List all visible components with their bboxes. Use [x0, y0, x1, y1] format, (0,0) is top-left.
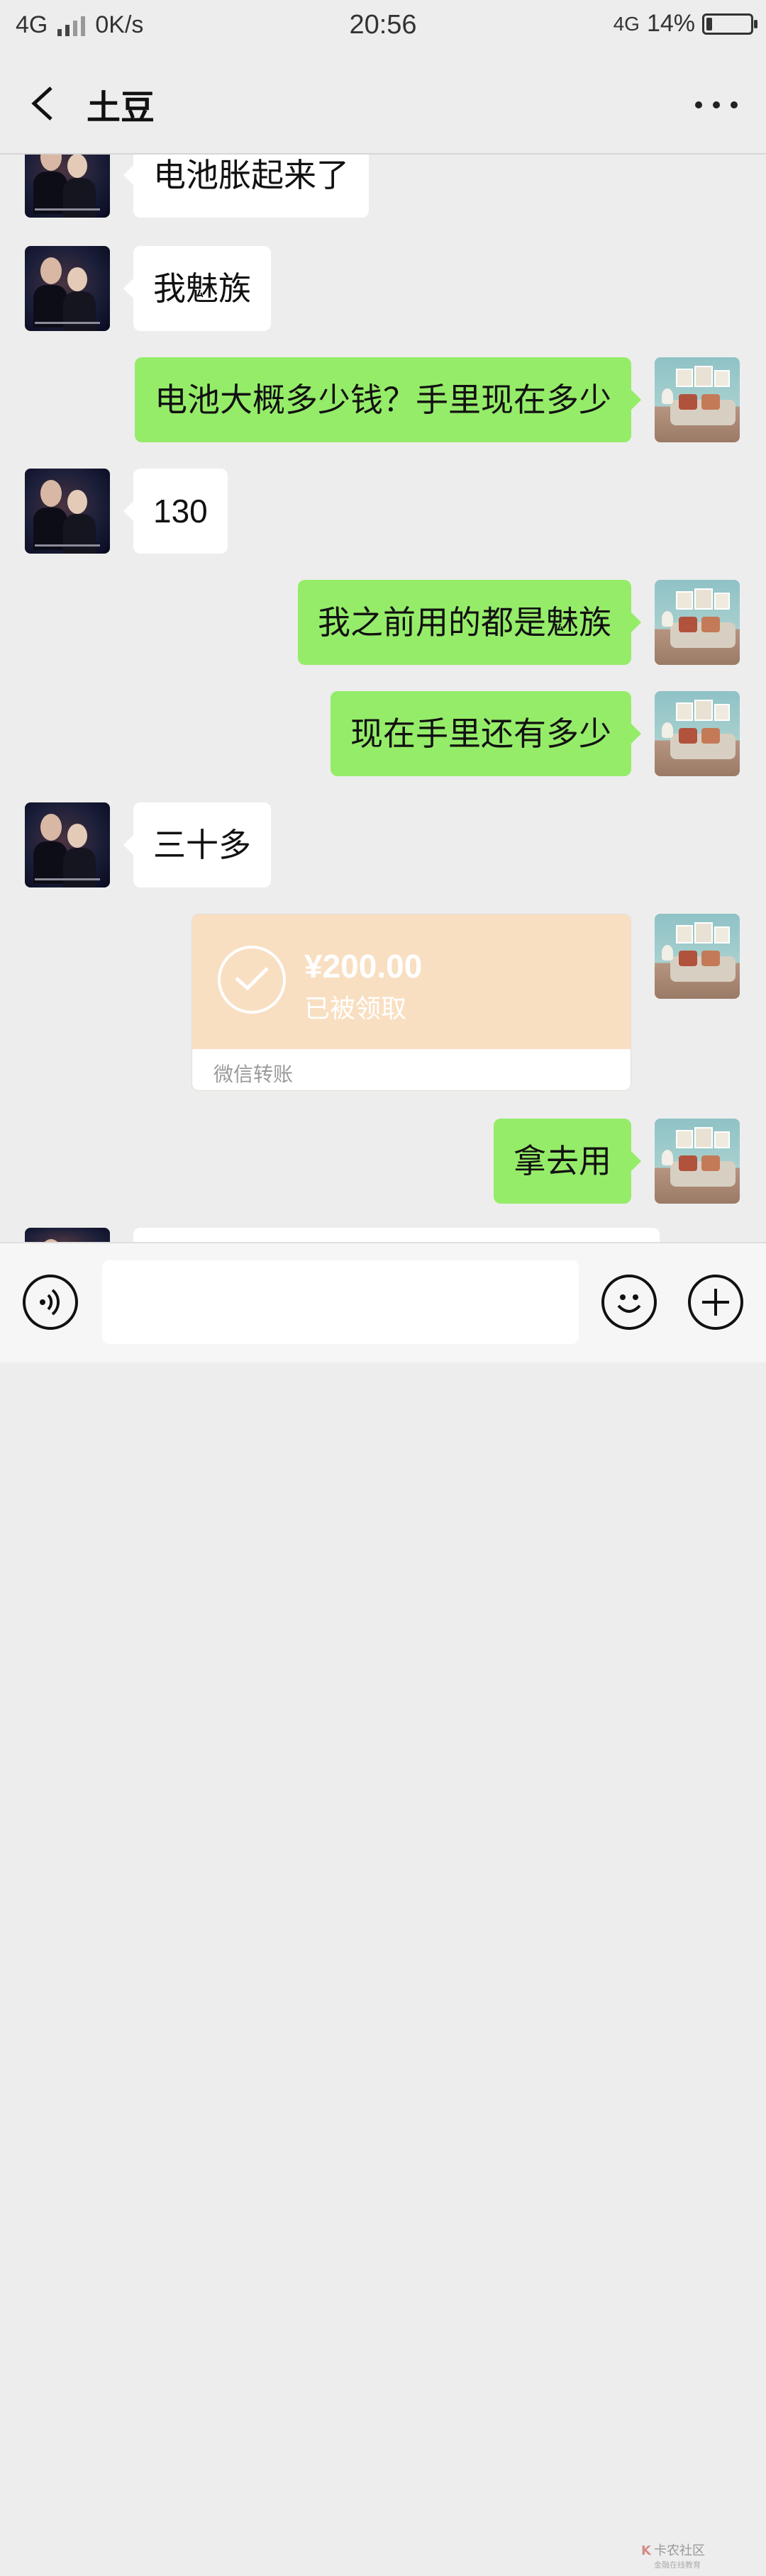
watermark-subtext: 金融在线教育: [654, 2560, 701, 2570]
transfer-footer: 微信转账: [213, 1063, 294, 1086]
more-dot-icon: [695, 101, 702, 108]
chevron-left-icon: [31, 86, 52, 121]
smiley-icon: [617, 1294, 641, 1313]
contact-avatar[interactable]: [25, 469, 110, 554]
message-bubble-outgoing[interactable]: 拿去用: [494, 1119, 641, 1204]
contact-avatar[interactable]: [25, 802, 110, 887]
more-dot-icon: [731, 101, 738, 108]
contact-avatar[interactable]: [25, 246, 110, 331]
my-avatar[interactable]: [655, 691, 740, 776]
chat-title: 土豆: [87, 88, 155, 128]
battery-icon: [702, 13, 757, 35]
input-bar: K 卡农社区 金融在线教育: [0, 1242, 766, 2570]
my-avatar[interactable]: [655, 357, 740, 442]
my-avatar[interactable]: [655, 914, 740, 999]
message-bubble-incoming[interactable]: [133, 1228, 660, 1242]
message-bubble-outgoing[interactable]: 电池大概多少钱？手里现在多少: [135, 357, 641, 442]
check-circle-icon: [218, 946, 286, 1014]
emoji-button[interactable]: [601, 1275, 657, 1330]
more-functions-button[interactable]: [688, 1275, 743, 1330]
battery-percent: 14%: [646, 10, 695, 37]
message-bubble-incoming[interactable]: 130: [123, 469, 228, 554]
back-button[interactable]: [26, 82, 65, 125]
chat-header: 土豆: [0, 54, 766, 155]
more-button[interactable]: [695, 96, 738, 113]
voice-icon: [40, 1289, 60, 1316]
my-avatar[interactable]: [655, 1119, 740, 1204]
watermark-logo: K 卡农社区 金融在线教育: [641, 2539, 719, 2573]
message-bubble-incoming[interactable]: 我魅族: [123, 246, 271, 331]
transfer-card[interactable]: ¥200.00 已被领取 微信转账: [192, 914, 631, 1091]
message-bubble-outgoing[interactable]: 我之前用的都是魅族: [298, 580, 641, 665]
status-bar: 4G 0K/s 20:56 4G 14%: [0, 0, 766, 54]
contact-avatar[interactable]: [25, 1228, 110, 1242]
message-input[interactable]: [102, 1260, 579, 1344]
message-bubble-outgoing[interactable]: 现在手里还有多少: [331, 691, 641, 776]
voice-button[interactable]: [23, 1275, 78, 1330]
message-bubble-incoming[interactable]: 电池胀起来了: [123, 154, 369, 218]
transfer-amount: ¥200.00: [304, 948, 423, 985]
transfer-status: 已被领取: [304, 995, 407, 1024]
watermark-text: 卡农社区: [654, 2543, 705, 2558]
network-type-right: 4G: [613, 12, 640, 35]
message-bubble-incoming[interactable]: 三十多: [123, 802, 271, 887]
svg-text:K: K: [641, 2543, 652, 2558]
plus-icon: [702, 1289, 729, 1316]
more-dot-icon: [713, 101, 720, 108]
contact-avatar[interactable]: [25, 154, 110, 218]
my-avatar[interactable]: [655, 580, 740, 665]
message-list[interactable]: 电池胀起来了 我魅族 电池大概多少钱？手里现在多少 130 我之前用的都是魅族 …: [0, 154, 766, 1242]
